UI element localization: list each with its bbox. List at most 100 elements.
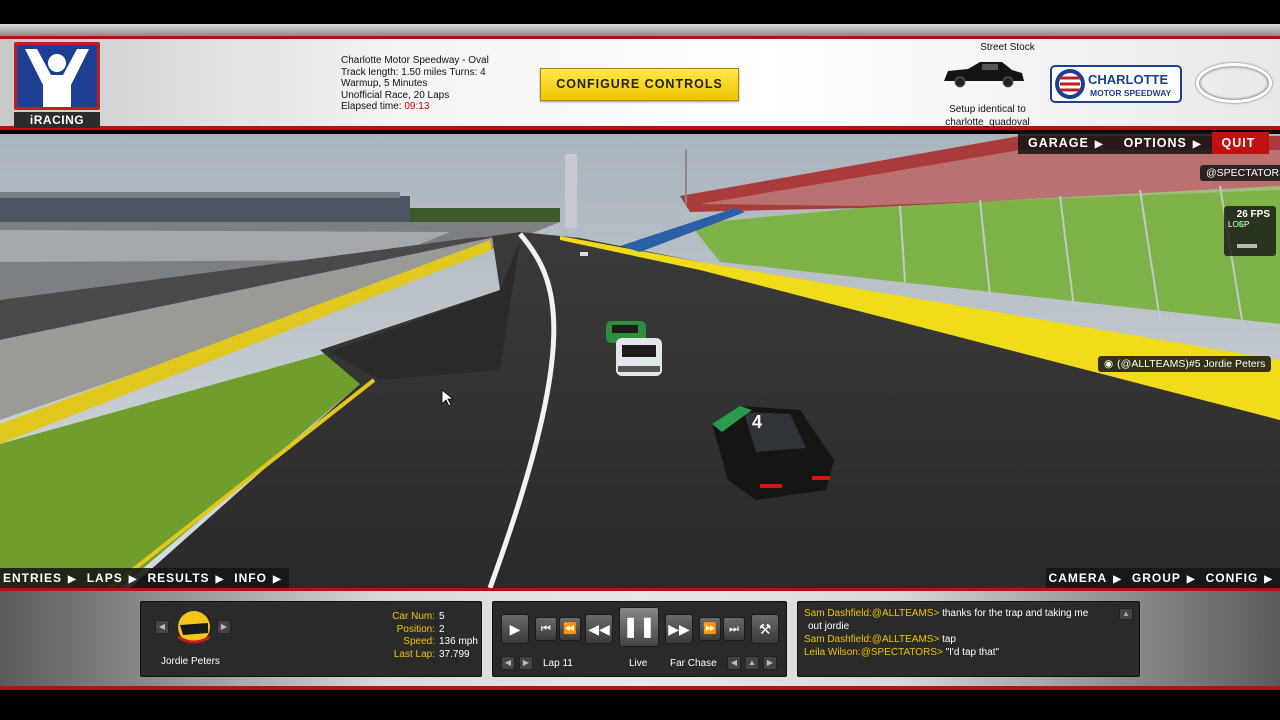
results-label: RESULTS: [147, 571, 210, 585]
track-info: Charlotte Motor Speedway - Oval Track le…: [341, 55, 489, 113]
pit-tools-icon[interactable]: ⚒: [751, 614, 779, 644]
race-view[interactable]: 4: [0, 134, 1280, 588]
driver-helmet-icon: [177, 611, 211, 644]
speed-label: Speed:: [403, 636, 435, 647]
fps-labels: LOSP: [1228, 220, 1249, 229]
top-strip: [0, 24, 1280, 36]
camera-button[interactable]: CAMERA ▶: [1046, 568, 1129, 588]
laps-label: LAPS: [86, 571, 123, 585]
step-back-icon[interactable]: ⏪: [559, 617, 581, 641]
camera-mode-label: Far Chase: [670, 658, 717, 669]
driver-stat-labels: Car Num: Position: Speed: Last Lap:: [371, 611, 435, 661]
race-scene: 4: [0, 134, 1280, 588]
last-lap-label: Last Lap:: [393, 648, 435, 660]
play-arrow-icon: ▶: [128, 574, 138, 585]
car-num-value: 5: [439, 611, 445, 622]
elapsed-value: 09:13: [404, 101, 430, 112]
chat-panel[interactable]: Sam Dashfield:@ALLTEAMS> thanks for the …: [797, 601, 1140, 677]
car-preview-icon: [944, 62, 1024, 88]
live-label: Live: [629, 658, 648, 669]
info-button[interactable]: INFO ▶: [231, 568, 288, 588]
play-arrow-icon: ▶: [215, 574, 225, 585]
track-name: Charlotte Motor Speedway - Oval: [341, 55, 489, 66]
car-number: 4: [752, 412, 762, 432]
play-arrow-icon: ▶: [1094, 139, 1104, 150]
chat-line: Sam Dashfield:@ALLTEAMS> tap: [804, 633, 1122, 646]
next-driver-button[interactable]: ▶: [217, 620, 231, 634]
skip-end-icon[interactable]: ⏭: [723, 617, 745, 641]
options-label: OPTIONS: [1123, 136, 1187, 150]
prev-camera-button[interactable]: ◀: [727, 656, 741, 670]
position-label: Position:: [396, 623, 435, 635]
play-arrow-icon: ▶: [1186, 574, 1196, 585]
laps-button[interactable]: LAPS ▶: [84, 568, 145, 588]
position-value: 2: [439, 623, 445, 635]
chat-sender: Sam Dashfield:@ALLTEAMS>: [804, 608, 940, 619]
play-arrow-icon: ▶: [272, 574, 282, 585]
lap-label: Lap 11: [543, 658, 573, 669]
pause-icon[interactable]: ❚❚: [619, 607, 659, 647]
top-right-menu: GARAGE ▶ OPTIONS ▶ QUIT: [1018, 132, 1270, 154]
session-header: iRACING Charlotte Motor Speedway - Oval …: [0, 36, 1280, 130]
iracing-logo: iRACING: [14, 42, 100, 128]
driver-stat-values: 5 2 136 mph 37.799: [439, 611, 478, 661]
focused-car-label: (@ALLTEAMS)#5 Jordie Peters: [1117, 358, 1266, 370]
logo-text: iRACING: [14, 112, 100, 128]
next-lap-button[interactable]: ▶: [519, 656, 533, 670]
bottom-right-menu: CAMERA ▶ GROUP ▶ CONFIG ▶: [1045, 568, 1280, 588]
entries-button[interactable]: ENTRIES ▶: [0, 568, 84, 588]
car-class: Street Stock: [980, 42, 1035, 53]
fast-forward-icon[interactable]: ▶▶: [665, 614, 693, 644]
prev-driver-button[interactable]: ◀: [155, 620, 169, 634]
group-button[interactable]: GROUP ▶: [1129, 568, 1203, 588]
driver-panel: ◀ ▶ Jordie Peters Car Num: Position: Spe…: [140, 601, 482, 677]
chat-text: thanks for the trap and taking me: [942, 608, 1089, 619]
config-button[interactable]: CONFIG ▶: [1203, 568, 1280, 588]
helmet-icon: ◉: [1104, 358, 1114, 370]
focused-car-tag: ◉ (@ALLTEAMS)#5 Jordie Peters: [1098, 356, 1272, 372]
track-logo-line-2: MOTOR SPEEDWAY: [1090, 88, 1172, 98]
setup-line-2: charlotte_quadoval: [945, 117, 1030, 128]
chat-scroll-up-icon[interactable]: ▲: [1119, 608, 1133, 620]
track-map-oval-icon: [1196, 63, 1272, 103]
chat-text: out jordie: [808, 621, 850, 632]
chat-sender: Sam Dashfield:@ALLTEAMS>: [804, 634, 940, 645]
rewind-icon[interactable]: ◀◀: [585, 614, 613, 644]
car-white: [616, 338, 662, 376]
spectators-tag: @SPECTATORS: [1200, 165, 1280, 181]
chat-sender: Leila Wilson:@SPECTATORS>: [804, 647, 943, 658]
entries-label: ENTRIES: [3, 571, 63, 585]
next-camera-button[interactable]: ▶: [763, 656, 777, 670]
track-logo-line-1: CHARLOTTE: [1088, 72, 1168, 87]
play-icon[interactable]: ▶: [501, 614, 529, 644]
setup-line-1: Setup identical to: [949, 104, 1026, 115]
fps-meter: 26 FPS LOSP: [1224, 206, 1276, 256]
configure-controls-button[interactable]: CONFIGURE CONTROLS: [540, 68, 739, 101]
play-arrow-icon: ▶: [1264, 574, 1273, 585]
bottom-bar: ◀ ▶ Jordie Peters Car Num: Position: Spe…: [0, 588, 1280, 690]
driver-name: Jordie Peters: [161, 656, 220, 667]
options-button[interactable]: OPTIONS ▶: [1113, 132, 1212, 154]
step-forward-icon[interactable]: ⏩: [699, 617, 721, 641]
results-button[interactable]: RESULTS ▶: [144, 568, 231, 588]
track-logo: CHARLOTTE MOTOR SPEEDWAY: [1050, 64, 1182, 104]
elapsed-time: Elapsed time: 09:13: [341, 101, 489, 113]
chat-text: "I'd tap that": [945, 647, 1000, 658]
group-label: GROUP: [1131, 571, 1181, 585]
race-type: Unofficial Race, 20 Laps: [341, 89, 450, 101]
play-arrow-icon: ▶: [1113, 574, 1122, 585]
play-arrow-icon: ▶: [1192, 139, 1202, 150]
config-label: CONFIG: [1205, 571, 1259, 585]
camera-label: CAMERA: [1048, 571, 1108, 585]
garage-button[interactable]: GARAGE ▶: [1018, 132, 1114, 154]
prev-lap-button[interactable]: ◀: [501, 656, 515, 670]
last-lap-value: 37.799: [439, 648, 470, 660]
camera-up-button[interactable]: ▲: [745, 656, 759, 670]
quit-button[interactable]: QUIT: [1211, 132, 1270, 154]
fps-bar-p: [1237, 244, 1257, 248]
bottom-left-menu: ENTRIES ▶ LAPS ▶ RESULTS ▶ INFO ▶: [0, 568, 289, 588]
driver-silhouette-icon: [25, 49, 89, 107]
skip-start-icon[interactable]: ⏮: [535, 617, 557, 641]
replay-panel: ▶ ⏮ ⏪ ◀◀ ❚❚ ▶▶ ⏩ ⏭ ⚒ ◀ ▶ Lap 11 Live Far…: [492, 601, 787, 677]
chat-line: Sam Dashfield:@ALLTEAMS> thanks for the …: [804, 607, 1122, 620]
